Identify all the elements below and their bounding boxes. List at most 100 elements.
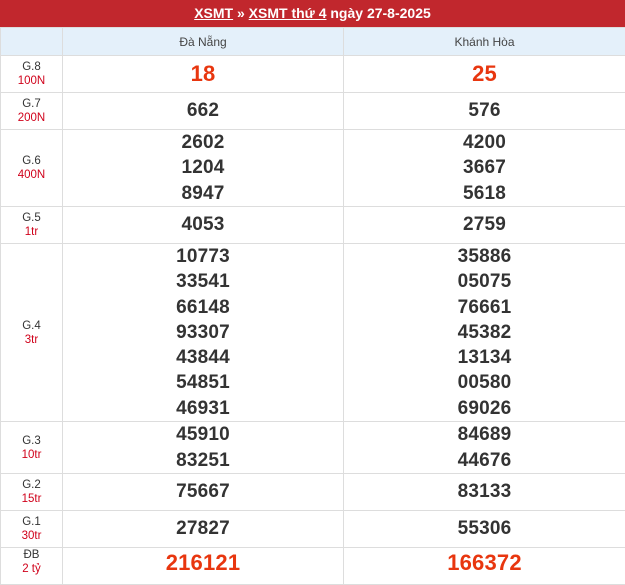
- winning-number: 33541: [63, 269, 343, 294]
- winning-number: 5618: [344, 181, 625, 206]
- winning-number: 35886: [344, 244, 625, 269]
- prize-name: ĐB: [1, 548, 62, 562]
- winning-number: 44676: [344, 448, 625, 473]
- prize-row: G.310tr45910832518468944676: [1, 422, 625, 474]
- prize-row: G.130tr2782755306: [1, 511, 625, 548]
- da-nang-result-cell: 662: [63, 93, 344, 130]
- xsmt-link[interactable]: XSMT: [194, 5, 233, 21]
- prize-amount: 10tr: [1, 448, 62, 462]
- winning-number: 3667: [344, 155, 625, 180]
- draw-date: ngày 27-8-2025: [330, 5, 430, 21]
- winning-number: 00580: [344, 370, 625, 395]
- winning-number: 75667: [63, 479, 343, 504]
- prize-name: G.1: [1, 515, 62, 529]
- winning-number: 4200: [344, 130, 625, 155]
- province-header-da-nang: Đà Nẵng: [63, 28, 344, 56]
- results-title-bar: XSMT » XSMT thứ 4 ngày 27-8-2025: [0, 0, 625, 27]
- prize-label-cell: G.215tr: [1, 474, 63, 511]
- winning-number: 45910: [63, 422, 343, 447]
- prize-amount: 100N: [1, 74, 62, 88]
- khanh-hoa-result-cell: 2759: [344, 207, 625, 244]
- prize-row: ĐB2 tỷ216121166372: [1, 548, 625, 585]
- prize-row: G.51tr40532759: [1, 207, 625, 244]
- da-nang-result-cell: 10773335416614893307438445485146931: [63, 244, 344, 422]
- prize-amount: 200N: [1, 111, 62, 125]
- prize-amount: 2 tỷ: [1, 562, 62, 576]
- prize-row: G.6400N260212048947420036675618: [1, 130, 625, 207]
- prize-amount: 30tr: [1, 529, 62, 543]
- prize-name: G.4: [1, 319, 62, 333]
- prize-label-cell: G.51tr: [1, 207, 63, 244]
- prize-label-cell: G.8100N: [1, 56, 63, 93]
- prize-amount: 1tr: [1, 225, 62, 239]
- prize-name: G.7: [1, 97, 62, 111]
- da-nang-result-cell: 4053: [63, 207, 344, 244]
- winning-number: 76661: [344, 295, 625, 320]
- khanh-hoa-result-cell: 55306: [344, 511, 625, 548]
- khanh-hoa-result-cell: 8468944676: [344, 422, 625, 474]
- winning-number: 83251: [63, 448, 343, 473]
- winning-number: 46931: [63, 396, 343, 421]
- winning-number: 25: [344, 57, 625, 91]
- winning-number: 216121: [63, 548, 343, 578]
- khanh-hoa-result-cell: 420036675618: [344, 130, 625, 207]
- prize-name: G.8: [1, 60, 62, 74]
- winning-number: 576: [344, 98, 625, 123]
- prize-name: G.2: [1, 478, 62, 492]
- prize-label-cell: ĐB2 tỷ: [1, 548, 63, 585]
- khanh-hoa-result-cell: 35886050757666145382131340058069026: [344, 244, 625, 422]
- prize-label-cell: G.6400N: [1, 130, 63, 207]
- prize-amount: 15tr: [1, 492, 62, 506]
- da-nang-result-cell: 75667: [63, 474, 344, 511]
- prize-label-cell: G.7200N: [1, 93, 63, 130]
- khanh-hoa-result-cell: 25: [344, 56, 625, 93]
- khanh-hoa-result-cell: 83133: [344, 474, 625, 511]
- winning-number: 166372: [344, 548, 625, 578]
- khanh-hoa-result-cell: 576: [344, 93, 625, 130]
- winning-number: 662: [63, 98, 343, 123]
- winning-number: 45382: [344, 320, 625, 345]
- prize-row: G.8100N1825: [1, 56, 625, 93]
- prize-name: G.5: [1, 211, 62, 225]
- prize-row: G.7200N662576: [1, 93, 625, 130]
- da-nang-result-cell: 4591083251: [63, 422, 344, 474]
- winning-number: 43844: [63, 345, 343, 370]
- winning-number: 05075: [344, 269, 625, 294]
- prize-label-cell: G.43tr: [1, 244, 63, 422]
- khanh-hoa-result-cell: 166372: [344, 548, 625, 585]
- winning-number: 27827: [63, 516, 343, 541]
- da-nang-result-cell: 27827: [63, 511, 344, 548]
- da-nang-result-cell: 18: [63, 56, 344, 93]
- prize-name: G.3: [1, 434, 62, 448]
- breadcrumb-separator: »: [237, 5, 245, 21]
- xsmt-wednesday-link[interactable]: XSMT thứ 4: [249, 5, 327, 21]
- winning-number: 8947: [63, 181, 343, 206]
- prize-row: G.215tr7566783133: [1, 474, 625, 511]
- winning-number: 83133: [344, 479, 625, 504]
- prize-label-cell: G.130tr: [1, 511, 63, 548]
- province-header-khanh-hoa: Khánh Hòa: [344, 28, 625, 56]
- prize-amount: 400N: [1, 168, 62, 182]
- winning-number: 13134: [344, 345, 625, 370]
- prize-amount: 3tr: [1, 333, 62, 347]
- winning-number: 66148: [63, 295, 343, 320]
- winning-number: 18: [63, 57, 343, 91]
- winning-number: 1204: [63, 155, 343, 180]
- winning-number: 2759: [344, 212, 625, 237]
- winning-number: 54851: [63, 370, 343, 395]
- winning-number: 69026: [344, 396, 625, 421]
- prize-row: G.43tr1077333541661489330743844548514693…: [1, 244, 625, 422]
- winning-number: 84689: [344, 422, 625, 447]
- prize-name: G.6: [1, 154, 62, 168]
- winning-number: 10773: [63, 244, 343, 269]
- winning-number: 93307: [63, 320, 343, 345]
- prize-column-header: [1, 28, 63, 56]
- prize-label-cell: G.310tr: [1, 422, 63, 474]
- winning-number: 55306: [344, 516, 625, 541]
- da-nang-result-cell: 260212048947: [63, 130, 344, 207]
- table-header-row: Đà Nẵng Khánh Hòa: [1, 28, 625, 56]
- lottery-results-table: Đà Nẵng Khánh Hòa G.8100N1825G.7200N6625…: [0, 27, 625, 585]
- winning-number: 4053: [63, 212, 343, 237]
- winning-number: 2602: [63, 130, 343, 155]
- da-nang-result-cell: 216121: [63, 548, 344, 585]
